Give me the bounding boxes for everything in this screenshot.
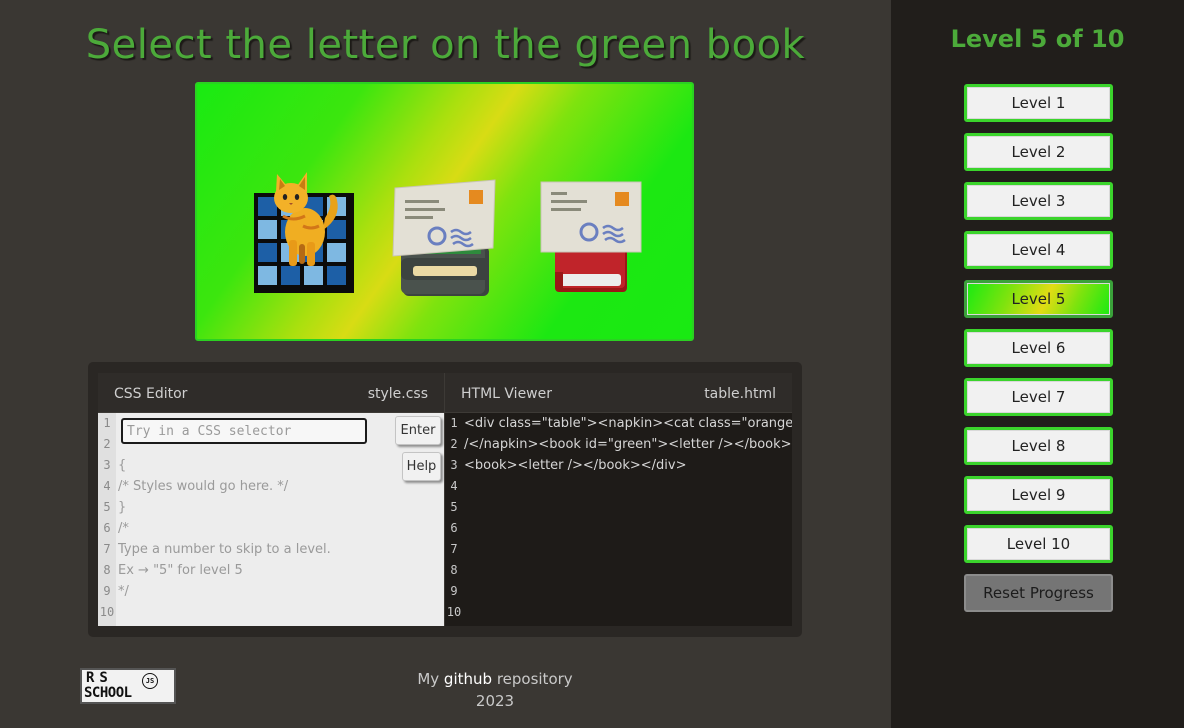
line-number: 5 (103, 500, 111, 514)
html-viewer-title: HTML Viewer (461, 386, 552, 402)
line-number: 9 (103, 584, 111, 598)
rs-school-logo[interactable]: RS JS SCHOOL (80, 668, 176, 704)
page-title: Select the letter on the green book (85, 22, 806, 68)
css-line-numbers: 1 2 3 4 5 6 7 8 9 10 (98, 413, 116, 626)
line-number: 9 (450, 584, 458, 598)
level-button-3[interactable]: Level 3 (964, 182, 1113, 220)
level-indicator: Level 5 of 10 (950, 25, 1125, 53)
game-table (195, 82, 694, 341)
code-line: Ex → "5" for level 5 (118, 563, 243, 578)
code-line: /</napkin><book id="green"><letter /></b… (464, 437, 792, 452)
css-editor-header: CSS Editor style.css (98, 373, 444, 413)
line-number: 8 (450, 563, 458, 577)
html-line-numbers: 1 2 3 4 5 6 7 8 9 10 (445, 413, 463, 626)
logo-badge: JS (142, 673, 158, 689)
css-selector-input[interactable] (121, 418, 367, 444)
level-button-6[interactable]: Level 6 (964, 329, 1113, 367)
line-number: 8 (103, 563, 111, 577)
line-number: 10 (99, 605, 115, 619)
logo-text: RS (86, 670, 113, 686)
line-number: 4 (450, 479, 458, 493)
help-button[interactable]: Help (402, 452, 441, 481)
code-line: */ (118, 584, 129, 599)
footer-prefix: My (417, 670, 440, 688)
line-number: 7 (450, 542, 458, 556)
code-line: { (118, 458, 127, 473)
line-number: 4 (103, 479, 111, 493)
line-number: 1 (450, 416, 458, 430)
html-viewer-header: HTML Viewer table.html (444, 373, 792, 413)
github-link[interactable]: github (444, 670, 492, 688)
line-number: 10 (446, 605, 462, 619)
line-number: 6 (450, 521, 458, 535)
code-line: /* Styles would go here. */ (118, 479, 289, 494)
level-button-4[interactable]: Level 4 (964, 231, 1113, 269)
code-line: <div class="table"><napkin><cat class="o… (464, 416, 792, 431)
footer-suffix: repository (496, 670, 573, 688)
line-number: 3 (450, 458, 458, 472)
line-number: 3 (103, 458, 111, 472)
cat-icon[interactable] (263, 170, 351, 270)
line-number: 1 (103, 416, 111, 430)
line-number: 6 (103, 521, 111, 535)
code-line: <book><letter /></book></div> (464, 458, 687, 473)
level-button-9[interactable]: Level 9 (964, 476, 1113, 514)
logo-text: SCHOOL (84, 685, 132, 701)
enter-button[interactable]: Enter (395, 416, 441, 445)
footer-year: 2023 (475, 692, 515, 710)
line-number: 2 (450, 437, 458, 451)
html-viewer-file: table.html (704, 386, 776, 402)
letter-icon[interactable] (539, 180, 643, 254)
code-line: } (118, 500, 127, 515)
level-button-10[interactable]: Level 10 (964, 525, 1113, 563)
html-viewer-body: 1 2 3 4 5 6 7 8 9 10 <div class="table">… (444, 413, 792, 626)
reset-progress-button[interactable]: Reset Progress (964, 574, 1113, 612)
line-number: 7 (103, 542, 111, 556)
css-editor-title: CSS Editor (114, 386, 188, 402)
editor-panel: CSS Editor style.css HTML Viewer table.h… (88, 362, 802, 637)
line-number: 2 (103, 437, 111, 451)
level-button-2[interactable]: Level 2 (964, 133, 1113, 171)
code-line: /* (118, 521, 129, 536)
code-line: Type a number to skip to a level. (118, 542, 331, 557)
level-button-7[interactable]: Level 7 (964, 378, 1113, 416)
html-code: <div class="table"><napkin><cat class="o… (464, 413, 792, 476)
footer-repo-line: My github repository (380, 670, 610, 688)
letter-icon[interactable] (391, 178, 499, 258)
level-button-5[interactable]: Level 5 (964, 280, 1113, 318)
css-editor-file: style.css (367, 386, 428, 402)
level-button-1[interactable]: Level 1 (964, 84, 1113, 122)
css-editor-body: 1 2 3 4 5 6 7 8 9 10 { /* Styles would g… (98, 413, 444, 626)
level-button-8[interactable]: Level 8 (964, 427, 1113, 465)
line-number: 5 (450, 500, 458, 514)
